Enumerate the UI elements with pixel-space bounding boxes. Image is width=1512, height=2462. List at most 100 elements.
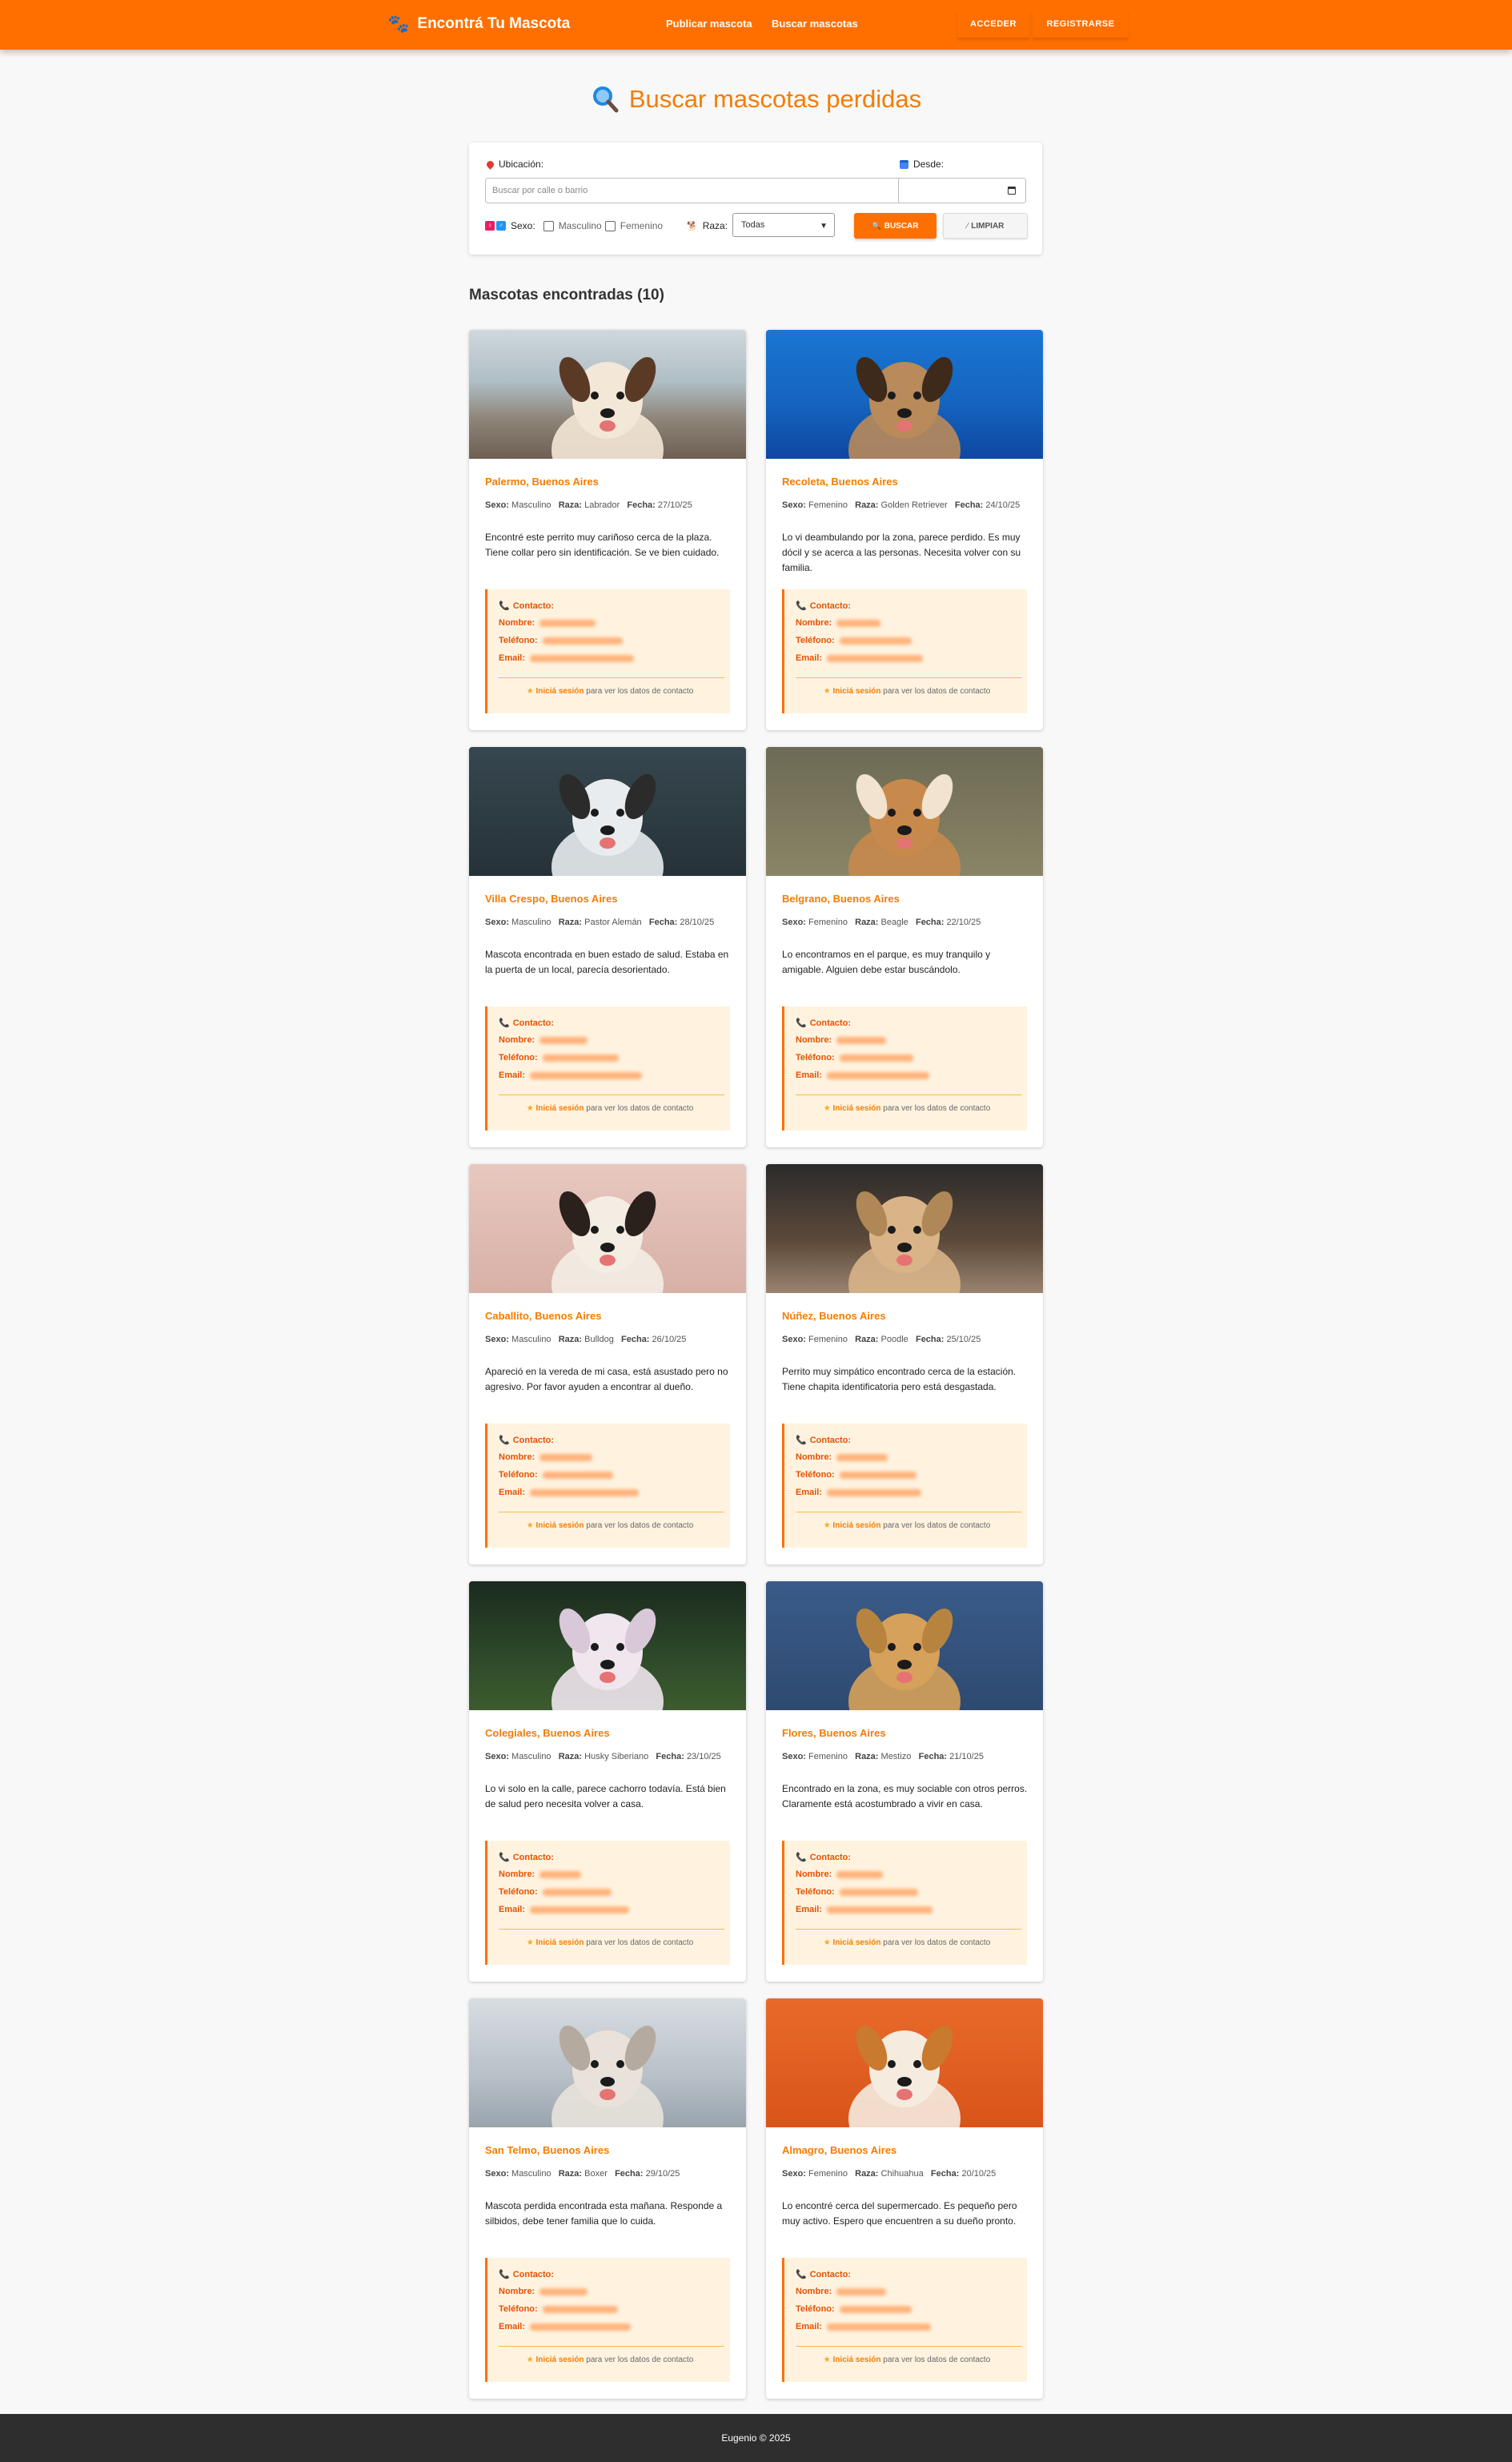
login-button[interactable]: ACCEDER [957,10,1029,38]
pet-card[interactable]: San Telmo, Buenos Aires Sexo: Masculino … [469,1998,746,2399]
star-icon: ★ [526,687,534,696]
checkbox-femenino[interactable] [604,220,616,231]
label-masculino: Masculino [558,220,602,231]
phone-icon: 📞 [499,1853,510,1862]
contact-title: 📞 Contacto: [796,2269,851,2279]
search-button[interactable]: 🔍 BUSCAR [854,213,936,239]
breed-label: Raza: [855,2169,879,2179]
email-label: Email: [499,653,526,663]
date-label: Fecha: [648,918,678,927]
sex-label: Sexo: [782,2169,806,2179]
contact-title: 📞 Contacto: [796,1852,851,1862]
name-label: Nombre: [499,1452,535,1462]
pet-card[interactable]: Colegiales, Buenos Aires Sexo: Masculino… [469,1581,746,1982]
phone-label: Teléfono: [499,2304,538,2314]
pet-card[interactable]: Caballito, Buenos Aires Sexo: Masculino … [469,1164,746,1564]
checkbox-masculino[interactable] [543,220,554,231]
login-link[interactable]: Iniciá sesión [832,1938,880,1947]
pet-location: Villa Crespo, Buenos Aires [485,893,618,905]
divider [796,1094,1021,1095]
star-icon: ★ [823,2356,831,2364]
pet-card[interactable]: Recoleta, Buenos Aires Sexo: Femenino Ra… [766,330,1043,730]
login-link[interactable]: Iniciá sesión [832,2356,880,2364]
pet-card[interactable]: Belgrano, Buenos Aires Sexo: Femenino Ra… [766,747,1043,1147]
pet-photo [469,747,746,876]
contact-name: Nombre: [499,1870,582,1879]
date-picker-icon[interactable] [1008,187,1016,195]
location-input[interactable] [485,178,904,203]
phone-icon: 📞 [796,2270,807,2279]
login-hint-text: para ver los datos de contacto [586,1938,694,1947]
login-link[interactable]: Iniciá sesión [832,1521,880,1530]
pet-breed: Golden Retriever [880,500,948,510]
name-label: Nombre: [796,1452,832,1462]
pet-card[interactable]: Villa Crespo, Buenos Aires Sexo: Masculi… [469,747,746,1147]
star-icon: ★ [526,1104,534,1113]
brand[interactable]: 🐾 Encontrá Tu Mascota [387,14,570,34]
search-icon: 🔍 [872,221,881,230]
nav-publicar-mascota[interactable]: Publicar mascota [666,18,752,30]
nav-buscar-mascotas[interactable]: Buscar mascotas [772,18,858,30]
name-label: Nombre: [796,1870,832,1879]
pet-meta: Sexo: Masculino Raza: Boxer Fecha: 29/10… [485,2166,733,2182]
email-label: Email: [499,1488,526,1497]
location-label: Ubicación: [485,159,543,170]
date-input[interactable] [898,178,1026,203]
pet-date: 27/10/25 [657,500,692,510]
breed-label: Raza: [855,1335,879,1344]
login-hint-text: para ver los datos de contacto [883,1521,991,1530]
pet-card[interactable]: Núñez, Buenos Aires Sexo: Femenino Raza:… [766,1164,1043,1564]
pet-date: 26/10/25 [652,1335,687,1344]
pet-description: Apareció en la vereda de mi casa, está a… [485,1366,728,1392]
login-link[interactable]: Iniciá sesión [535,687,584,696]
phone-icon: 📞 [796,1853,807,1862]
date-label: Fecha: [930,2169,960,2179]
calendar-icon [900,159,908,169]
pet-description: Encontrado en la zona, es muy sociable c… [782,1783,1028,1809]
login-hint-text: para ver los datos de contacto [586,1104,694,1113]
login-link[interactable]: Iniciá sesión [535,1521,584,1530]
pet-photo [766,1164,1043,1293]
dog-illustration [848,2025,961,2127]
contact-label: Contacto: [512,2270,555,2279]
pet-meta: Sexo: Masculino Raza: Bulldog Fecha: 26/… [485,1331,733,1347]
login-hint: ★ Iniciá sesión para ver los datos de co… [784,1938,1029,1947]
phone-icon: 📞 [499,1436,510,1445]
star-icon: ★ [526,1521,534,1530]
divider [499,2346,724,2347]
login-hint-text: para ver los datos de contacto [883,2356,991,2364]
phone-label: Teléfono: [796,636,835,645]
pet-sex: Masculino [511,1752,551,1761]
register-button[interactable]: REGISTRARSE [1033,10,1129,38]
login-link[interactable]: Iniciá sesión [832,1104,880,1113]
phone-icon: 📞 [499,601,510,611]
date-label: Fecha: [915,1335,944,1344]
contact-phone: Teléfono: [796,1887,918,1897]
divider [499,677,724,678]
pet-card[interactable]: Almagro, Buenos Aires Sexo: Femenino Raz… [766,1998,1043,2399]
breed-label: Raza: [558,2169,583,2179]
login-hint: ★ Iniciá sesión para ver los datos de co… [487,2356,732,2364]
contact-name: Nombre: [796,1870,884,1879]
pet-photo [766,1998,1043,2127]
pet-card[interactable]: Palermo, Buenos Aires Sexo: Masculino Ra… [469,330,746,730]
contact-name: Nombre: [499,618,596,628]
date-label: Fecha: [621,1335,650,1344]
clear-button[interactable]: ⁄ LIMPIAR [943,213,1028,239]
page-title-text: Buscar mascotas perdidas [628,85,922,113]
contact-title: 📞 Contacto: [499,1435,554,1445]
pet-meta: Sexo: Femenino Raza: Poodle Fecha: 25/10… [782,1331,1030,1347]
login-hint: ★ Iniciá sesión para ver los datos de co… [487,687,732,696]
sex-label: Sexo: [485,2169,509,2179]
contact-label: Contacto: [809,2270,852,2279]
login-link[interactable]: Iniciá sesión [535,1938,584,1947]
login-link[interactable]: Iniciá sesión [832,687,880,696]
breed-select[interactable]: Todas ▼ [732,213,835,237]
email-label: Email: [499,2322,526,2331]
login-link[interactable]: Iniciá sesión [535,1104,584,1113]
pet-card[interactable]: Flores, Buenos Aires Sexo: Femenino Raza… [766,1581,1043,1982]
login-link[interactable]: Iniciá sesión [535,2356,584,2364]
login-hint-text: para ver los datos de contacto [586,2356,694,2364]
pet-sex: Masculino [511,500,551,510]
name-label: Nombre: [499,618,535,628]
